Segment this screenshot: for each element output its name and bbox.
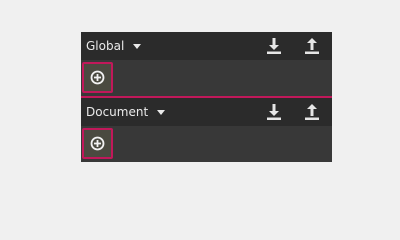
document-content-area [81,126,332,162]
section-header-global: Global [81,32,332,60]
upload-icon[interactable] [303,103,321,121]
global-content-area [81,60,332,96]
download-icon[interactable] [265,103,283,121]
chevron-down-icon [157,109,166,115]
download-icon[interactable] [265,37,283,55]
section-title: Global [86,39,125,53]
add-document-button[interactable] [82,128,113,159]
plus-circle-icon [90,136,105,151]
section-header-document: Document [81,98,332,126]
add-global-button[interactable] [82,62,113,93]
section-title: Document [86,105,149,119]
upload-icon[interactable] [303,37,321,55]
global-dropdown[interactable]: Global [86,32,142,60]
chevron-down-icon [133,43,142,49]
preset-panel: Global Document [81,32,332,162]
plus-circle-icon [90,70,105,85]
document-dropdown[interactable]: Document [86,98,166,126]
